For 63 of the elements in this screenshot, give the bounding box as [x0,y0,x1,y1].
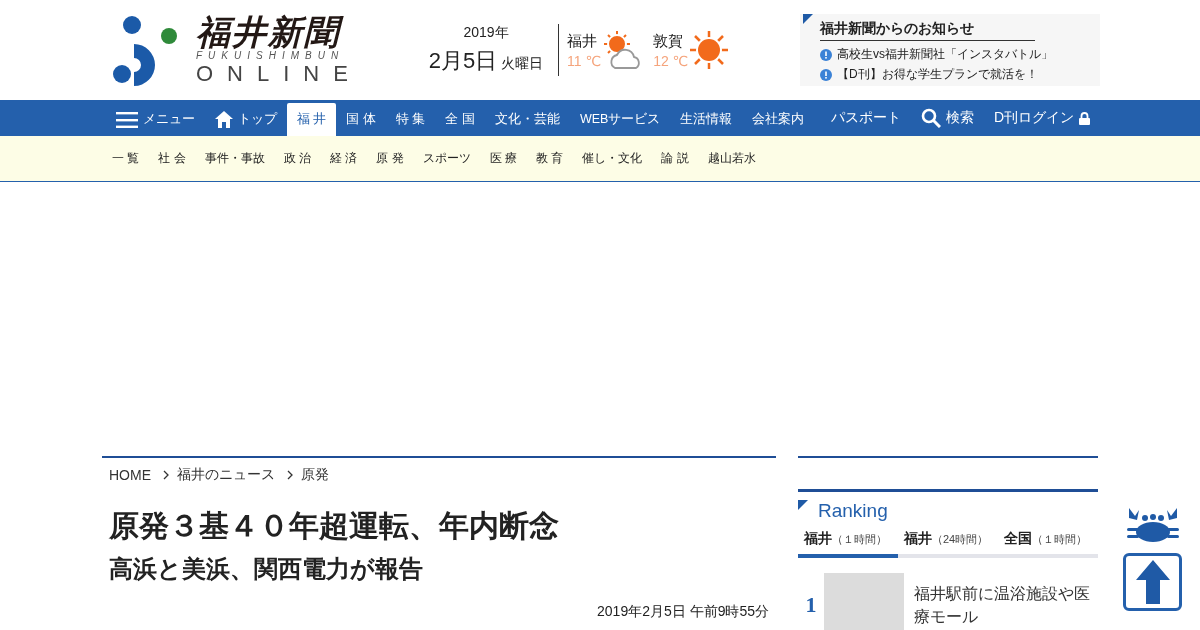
logo-wordmark: ONLINE [196,63,362,85]
date-year: 2019年 [463,24,509,42]
logo-icon [112,14,178,86]
nav-link[interactable]: 検索 [910,100,984,136]
weather-temperature: 11 ℃ [567,52,602,69]
nav-tab[interactable]: 全 国 [435,103,485,136]
article-subtitle: 高浜と美浜、関西電力が報告 [109,554,424,584]
nav-link[interactable]: パスポート [820,100,911,136]
notice-link[interactable]: 【D刊】お得な学生プランで就活を！ [837,66,1038,83]
category-link[interactable]: 社 会 [158,150,186,167]
search-icon [920,108,941,128]
category-link[interactable]: 越山若水 [707,150,756,167]
category-link[interactable]: 原 発 [376,150,404,167]
ranking-tab[interactable]: 全国（１時間） [998,528,1098,558]
notice-title: 福井新聞からのお知らせ [820,20,1035,41]
nav-link[interactable]: D刊ログイン [983,100,1100,136]
category-link[interactable]: 催し・文化 [582,150,643,167]
nav-tab[interactable]: トップ [205,103,287,136]
breadcrumb-link[interactable]: 福井のニュース [177,466,275,484]
corner-icon [803,14,813,24]
category-link[interactable]: 医 療 [489,150,518,167]
info-icon [820,68,832,81]
breadcrumb-link[interactable]: HOME [109,467,151,483]
up-arrow-icon [1135,560,1170,604]
nav-tab[interactable]: 生活情報 [670,103,743,136]
ranking-title: Ranking [818,500,888,522]
lock-icon [1079,111,1090,125]
category-link[interactable]: 論 説 [661,150,689,167]
back-to-top-button[interactable] [1123,553,1182,611]
corner-icon [798,500,808,510]
nav-tab[interactable]: メニュー [106,103,205,136]
chevron-icon [287,470,293,480]
logo-subtitle: FUKUISHIMBUN [196,51,346,61]
nav-tab[interactable]: 特 集 [385,103,436,136]
nav-tab[interactable]: 福 井 [287,103,337,136]
ranking-tab[interactable]: 福井（１時間） [798,528,898,558]
nav-tab[interactable]: 文化・芸能 [484,103,570,136]
notice-link[interactable]: 高校生vs福井新聞社「インスタバトル」 [837,46,1053,63]
breadcrumb-link[interactable]: 原発 [301,466,329,484]
category-link[interactable]: 一 覧 [112,150,140,167]
chevron-icon [163,470,169,480]
weather-city: 敦賀 [653,31,685,51]
article-datetime: 2019年2月5日 午前9時55分 [109,603,769,630]
date-weekday: 火曜日 [501,55,544,73]
category-link[interactable]: 政 治 [283,150,312,167]
date-day: 2月5日 [428,46,498,76]
category-link[interactable]: 教 育 [536,150,564,167]
home-icon [215,111,233,128]
weather-temperature: 12 ℃ [653,52,689,69]
nav-tab[interactable]: 国 体 [336,103,386,136]
nav-tab[interactable]: WEBサービス [569,103,671,136]
menu-icon [116,111,138,128]
ranking-tab[interactable]: 福井（24時間） [898,528,998,558]
category-link[interactable]: 事件・事故 [204,150,265,167]
category-link[interactable]: スポーツ [422,150,471,167]
ranking-article-link[interactable]: 福井駅前に温浴施設や医療モール [914,582,1094,628]
info-icon [820,48,832,61]
weather-city: 福井 [567,31,598,51]
nav-tab[interactable]: 会社案内 [742,103,815,136]
sun-icon [690,31,729,69]
article-title: 原発３基４０年超運転、年内断念 [109,508,560,544]
rank-number: 1 [804,592,818,618]
category-link[interactable]: 経 済 [330,150,358,167]
